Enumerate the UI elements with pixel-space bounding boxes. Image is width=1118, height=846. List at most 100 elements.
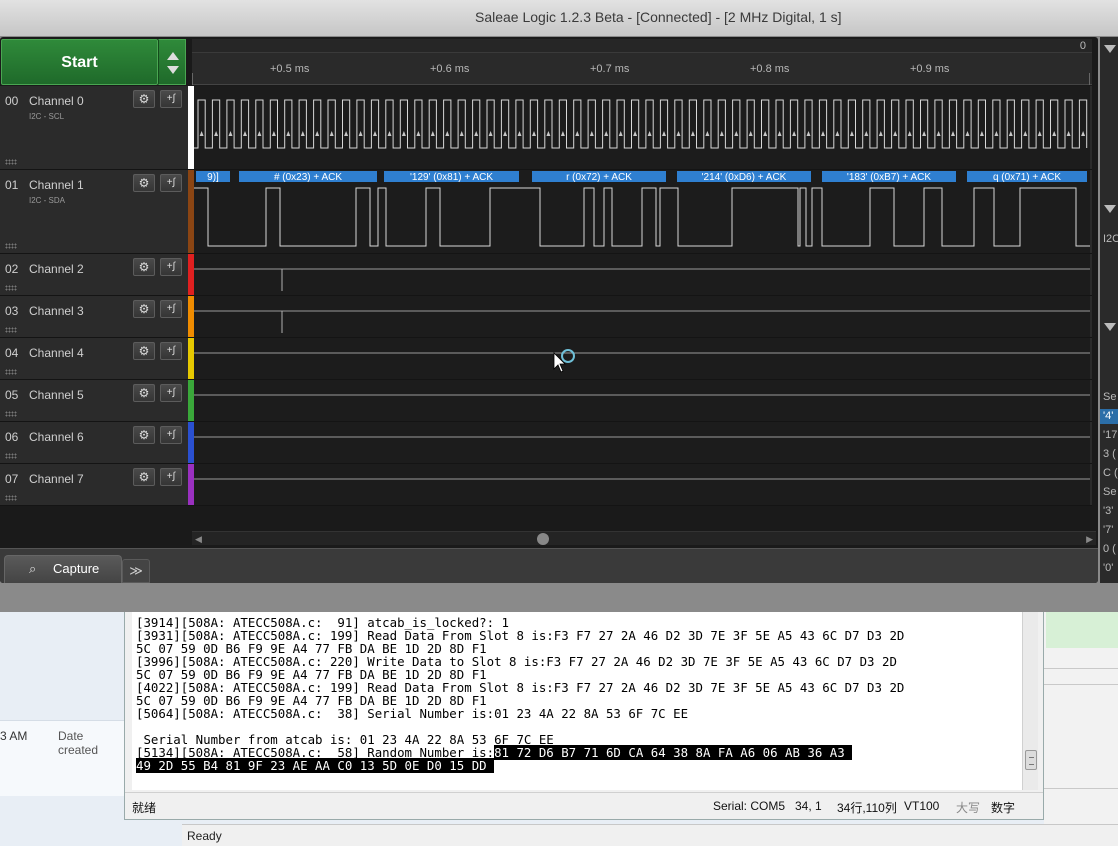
horizontal-scrollbar[interactable]: ◀ ▶ bbox=[192, 531, 1096, 545]
drag-handle-icon[interactable] bbox=[5, 159, 17, 165]
channel-name[interactable]: Channel 7 bbox=[29, 472, 84, 486]
channel-row[interactable]: 00 Channel 0 I2C - SCL ⚙ +∫ bbox=[0, 86, 1092, 170]
sample-marker bbox=[763, 131, 768, 136]
time-tick: +0.7 ms bbox=[590, 63, 630, 75]
add-analyzer-icon[interactable]: +∫ bbox=[160, 300, 182, 318]
waveform-area[interactable] bbox=[194, 380, 1090, 421]
collapse-icon[interactable] bbox=[1104, 205, 1116, 213]
start-button[interactable]: Start bbox=[1, 39, 158, 85]
panel-item[interactable]: '3' bbox=[1103, 505, 1113, 517]
add-analyzer-icon[interactable]: +∫ bbox=[160, 426, 182, 444]
channel-name[interactable]: Channel 0 bbox=[29, 94, 84, 108]
add-analyzer-icon[interactable]: +∫ bbox=[160, 174, 182, 192]
drag-handle-icon[interactable] bbox=[5, 453, 17, 459]
panel-item[interactable]: Se bbox=[1103, 391, 1116, 403]
time-ruler[interactable]: 0 +0.5 ms +0.6 ms +0.7 ms +0.8 ms +0.9 m… bbox=[192, 39, 1092, 85]
drag-handle-icon[interactable] bbox=[5, 369, 17, 375]
channel-row[interactable]: 02 Channel 2 ⚙ +∫ bbox=[0, 254, 1092, 296]
sample-marker bbox=[344, 131, 349, 136]
time-tick: +0.8 ms bbox=[750, 63, 790, 75]
channel-row[interactable]: 06 Channel 6 ⚙ +∫ bbox=[0, 422, 1092, 464]
sample-marker bbox=[907, 131, 912, 136]
waveform-svg: 9)] # (0x23) + ACK '129' (0x81) + ACK r (0x… bbox=[194, 171, 1090, 247]
sample-marker bbox=[532, 131, 536, 136]
add-analyzer-icon[interactable]: +∫ bbox=[160, 468, 182, 486]
panel-item[interactable]: '0' bbox=[1103, 562, 1113, 574]
add-analyzer-icon[interactable]: +∫ bbox=[160, 384, 182, 402]
channel-name[interactable]: Channel 3 bbox=[29, 304, 84, 318]
decoder-label: '129' (0x81) + ACK bbox=[410, 172, 493, 183]
channel-name[interactable]: Channel 6 bbox=[29, 430, 84, 444]
waveform-area[interactable] bbox=[194, 464, 1090, 505]
channel-name[interactable]: Channel 2 bbox=[29, 262, 84, 276]
selected-text[interactable]: 81 72 D6 B7 71 6D CA 64 38 8A FA A6 06 A… bbox=[494, 745, 853, 760]
sample-marker bbox=[1023, 131, 1028, 136]
divider bbox=[1044, 788, 1118, 789]
gear-icon[interactable]: ⚙ bbox=[133, 258, 155, 276]
gear-icon[interactable]: ⚙ bbox=[133, 342, 155, 360]
column-date-created[interactable]: Date created bbox=[58, 729, 126, 757]
channel-number: 06 bbox=[5, 430, 19, 444]
sample-marker bbox=[849, 131, 854, 136]
sample-marker bbox=[618, 131, 623, 136]
add-analyzer-icon[interactable]: +∫ bbox=[160, 342, 182, 360]
add-analyzer-icon[interactable]: +∫ bbox=[160, 90, 182, 108]
channel-row[interactable]: 07 Channel 7 ⚙ +∫ bbox=[0, 464, 1092, 506]
channel-row[interactable]: 04 Channel 4 ⚙ +∫ bbox=[0, 338, 1092, 380]
sample-marker bbox=[430, 131, 435, 136]
scroll-thumb[interactable] bbox=[537, 533, 549, 545]
panel-item[interactable]: '17 bbox=[1103, 429, 1117, 441]
scroll-left-icon[interactable]: ◀ bbox=[195, 534, 202, 545]
panel-item[interactable]: '7' bbox=[1103, 524, 1113, 536]
app-status-bar: Ready bbox=[182, 824, 1118, 846]
waveform-area[interactable]: 9)] # (0x23) + ACK '129' (0x81) + ACK r (0x… bbox=[194, 170, 1090, 253]
start-options-button[interactable] bbox=[158, 39, 186, 85]
waveform-area[interactable] bbox=[194, 422, 1090, 463]
drag-handle-icon[interactable] bbox=[5, 243, 17, 249]
add-analyzer-icon[interactable]: +∫ bbox=[160, 258, 182, 276]
panel-item[interactable]: '4' bbox=[1103, 410, 1113, 422]
sample-marker bbox=[401, 131, 406, 136]
more-tabs-button[interactable]: ≫ bbox=[122, 559, 150, 583]
panel-item[interactable]: 0 ( bbox=[1103, 543, 1116, 555]
channel-name[interactable]: Channel 4 bbox=[29, 346, 84, 360]
gear-icon[interactable]: ⚙ bbox=[133, 174, 155, 192]
drag-handle-icon[interactable] bbox=[5, 495, 17, 501]
collapse-icon[interactable] bbox=[1104, 45, 1116, 53]
gear-icon[interactable]: ⚙ bbox=[133, 90, 155, 108]
gear-icon[interactable]: ⚙ bbox=[133, 384, 155, 402]
selected-text[interactable]: 49 2D 55 B4 81 9F 23 AE AA C0 13 5D 0E D… bbox=[136, 758, 495, 773]
gear-icon[interactable]: ⚙ bbox=[133, 468, 155, 486]
waveform-area[interactable] bbox=[194, 296, 1090, 337]
drag-handle-icon[interactable] bbox=[5, 411, 17, 417]
channel-name[interactable]: Channel 1 bbox=[29, 178, 84, 192]
channel-row[interactable]: 01 Channel 1 I2C - SDA ⚙ +∫ 9)] # (0x23) + ACK… bbox=[0, 170, 1092, 254]
tab-capture-label: Capture bbox=[53, 561, 100, 576]
channel-row[interactable]: 05 Channel 5 ⚙ +∫ bbox=[0, 380, 1092, 422]
panel-item[interactable]: Se bbox=[1103, 486, 1116, 498]
vertical-scrollbar[interactable] bbox=[1022, 612, 1038, 790]
terminal-line: 49 2D 55 B4 81 9F 23 AE AA C0 13 5D 0E D… bbox=[136, 758, 495, 773]
waveform-area[interactable] bbox=[194, 254, 1090, 295]
panel-item[interactable]: C ( bbox=[1103, 467, 1118, 479]
channel-row[interactable]: 03 Channel 3 ⚙ +∫ bbox=[0, 296, 1092, 338]
terminal-output[interactable]: [3914][508A: ATECC508A.c: 91] atcab_is_l… bbox=[132, 612, 1022, 790]
gear-icon[interactable]: ⚙ bbox=[133, 300, 155, 318]
waveform-area[interactable] bbox=[194, 338, 1090, 379]
divider bbox=[1044, 668, 1118, 669]
collapse-icon[interactable] bbox=[1104, 323, 1116, 331]
panel-item[interactable]: 3 ( bbox=[1103, 448, 1116, 460]
waveform-area[interactable] bbox=[194, 86, 1090, 169]
channel-number: 01 bbox=[5, 178, 19, 192]
gear-icon[interactable]: ⚙ bbox=[133, 426, 155, 444]
sample-marker bbox=[358, 131, 363, 136]
scroll-right-icon[interactable]: ▶ bbox=[1086, 534, 1093, 545]
scroll-thumb[interactable] bbox=[1025, 750, 1037, 770]
channel-name[interactable]: Channel 5 bbox=[29, 388, 84, 402]
sample-marker bbox=[286, 131, 291, 136]
drag-handle-icon[interactable] bbox=[5, 285, 17, 291]
drag-handle-icon[interactable] bbox=[5, 327, 17, 333]
title-bar[interactable]: Saleae Logic 1.2.3 Beta - [Connected] - … bbox=[0, 0, 1118, 36]
waveform-svg bbox=[194, 394, 1090, 396]
tab-capture[interactable]: ⌕ Capture bbox=[4, 555, 122, 583]
